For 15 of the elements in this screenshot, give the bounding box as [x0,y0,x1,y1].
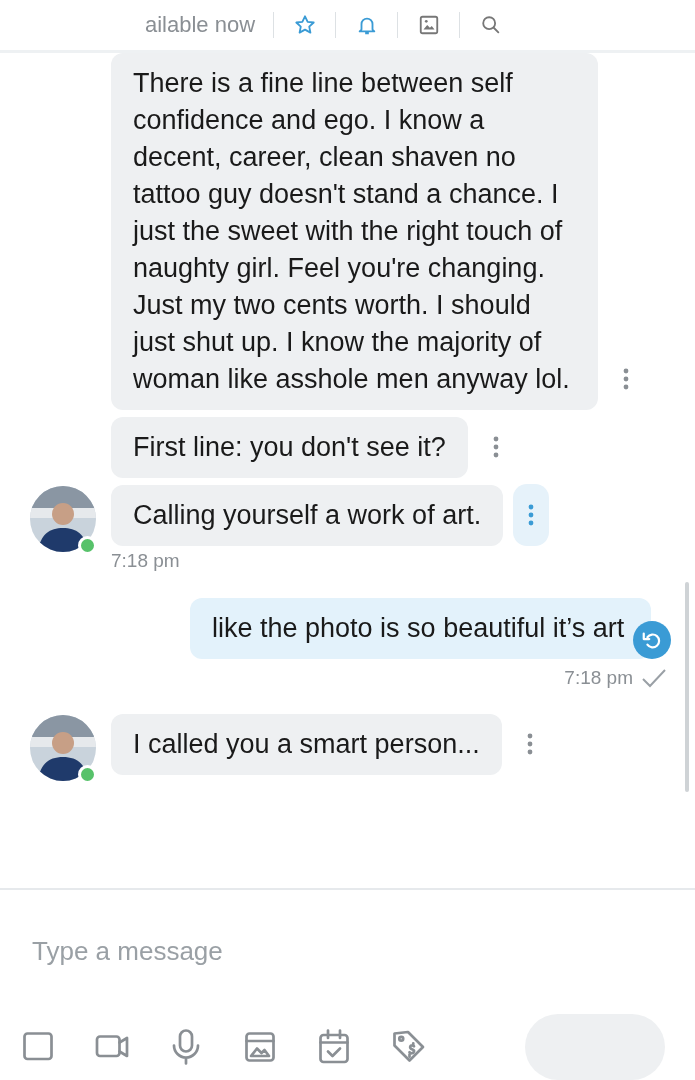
message-time: 7:18 pm [564,667,633,689]
message-bubble: First line: you don't see it? [111,417,468,478]
message-time: 7:18 pm [111,550,181,572]
more-icon [526,733,533,755]
message-bubble: Calling yourself a work of art. [111,485,504,546]
message-input[interactable]: Type a message [0,890,695,978]
status-text: ailable now [145,12,256,38]
message-bubble: There is a fine line between self confidence and ego. I know a decent, career, clean shaven no tattoo guy doesn't stand a chance. I just the sweet with the right touch of naughty girl. Feel you're changing. Just my two cents worth. I should just shut up. I know the majority of woman like asshole men anyway lol. [111,53,598,410]
more-icon [492,436,499,458]
scrollbar[interactable] [685,582,689,792]
more-icon [623,368,629,390]
more-icon [528,504,535,526]
more-options-button[interactable] [513,484,550,546]
message-bubble: like the photo is so beautiful it’s art [190,598,651,659]
message-bubble: I called you a smart person... [111,714,502,775]
